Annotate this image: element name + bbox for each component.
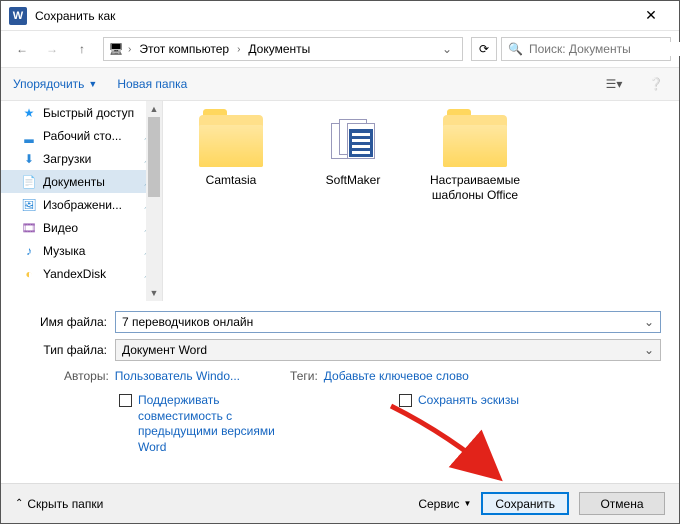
tags-label: Теги:	[290, 369, 318, 383]
close-button[interactable]: ✕	[631, 7, 671, 24]
help-button[interactable]: ❔	[645, 73, 667, 95]
search-icon: 🔍	[508, 42, 523, 56]
video-icon: 🎞	[21, 220, 37, 236]
sidebar-item-videos[interactable]: 🎞Видео📌	[1, 216, 162, 239]
filename-label: Имя файла:	[19, 315, 115, 329]
chevron-down-icon[interactable]: ⌄	[640, 341, 658, 359]
chevron-down-icon: ▼	[463, 499, 471, 508]
breadcrumb-root[interactable]: Этот компьютер	[135, 42, 233, 56]
folder-icon	[443, 115, 507, 167]
cancel-button[interactable]: Отмена	[579, 492, 665, 515]
compat-checkbox[interactable]: Поддерживать совместимость с предыдущими…	[119, 393, 279, 455]
refresh-button[interactable]: ⟳	[471, 37, 497, 61]
window-title: Сохранить как	[35, 9, 631, 23]
thumbnails-checkbox[interactable]: Сохранять эскизы	[399, 393, 519, 455]
organize-menu[interactable]: Упорядочить▼	[13, 77, 97, 91]
chevron-down-icon: ▼	[88, 79, 97, 89]
nav-forward-button[interactable]: →	[39, 36, 65, 62]
chevron-right-icon: ›	[126, 44, 133, 55]
scroll-up-icon[interactable]: ▲	[146, 101, 162, 117]
folder-docs-icon	[321, 115, 385, 167]
sidebar-item-pictures[interactable]: 🖼Изображени...📌	[1, 193, 162, 216]
folder-item[interactable]: Настраиваемые шаблоны Office	[425, 115, 525, 203]
sidebar-item-documents[interactable]: 📄Документы📌	[1, 170, 162, 193]
sidebar-item-quick-access[interactable]: ★Быстрый доступ	[1, 101, 162, 124]
sidebar-item-yandexdisk[interactable]: ◐YandexDisk📌	[1, 262, 162, 285]
desktop-icon: ▂	[21, 128, 37, 144]
sidebar: ★Быстрый доступ ▂Рабочий сто...📌 ⬇Загруз…	[1, 101, 163, 301]
file-pane[interactable]: Camtasia SoftMaker Настраиваемые шаблоны…	[163, 101, 679, 301]
music-icon: ♪	[21, 243, 37, 259]
documents-icon: 📄	[21, 174, 37, 190]
app-icon: W	[9, 7, 27, 25]
star-icon: ★	[21, 105, 37, 121]
save-button[interactable]: Сохранить	[481, 492, 569, 515]
authors-value[interactable]: Пользователь Windo...	[115, 369, 240, 383]
breadcrumb[interactable]: 🖥 › Этот компьютер › Документы ⌄	[103, 37, 463, 61]
new-folder-button[interactable]: Новая папка	[117, 77, 187, 91]
tags-value[interactable]: Добавьте ключевое слово	[324, 369, 469, 383]
sidebar-item-downloads[interactable]: ⬇Загрузки📌	[1, 147, 162, 170]
folder-icon	[199, 115, 263, 167]
service-menu[interactable]: Сервис▼	[418, 497, 471, 511]
download-icon: ⬇	[21, 151, 37, 167]
filetype-label: Тип файла:	[19, 343, 115, 357]
filetype-select[interactable]: Документ Word⌄	[115, 339, 661, 361]
scroll-down-icon[interactable]: ▼	[146, 285, 162, 301]
cloud-icon: ◐	[21, 266, 37, 282]
nav-back-button[interactable]: ←	[9, 36, 35, 62]
hide-folders-toggle[interactable]: ⌃Скрыть папки	[15, 497, 103, 511]
sidebar-item-music[interactable]: ♪Музыка📌	[1, 239, 162, 262]
computer-icon: 🖥	[108, 41, 124, 57]
sidebar-scrollbar[interactable]: ▲ ▼	[146, 101, 162, 301]
pictures-icon: 🖼	[21, 197, 37, 213]
search-box[interactable]: 🔍	[501, 37, 671, 61]
nav-up-button[interactable]: ↑	[69, 36, 95, 62]
chevron-up-icon: ⌃	[15, 498, 23, 509]
folder-item[interactable]: Camtasia	[181, 115, 281, 188]
folder-item[interactable]: SoftMaker	[303, 115, 403, 188]
chevron-right-icon: ›	[235, 44, 242, 55]
view-options-button[interactable]: ☰▾	[603, 73, 625, 95]
breadcrumb-current[interactable]: Документы	[244, 42, 314, 56]
filename-input[interactable]: 7 переводчиков онлайн⌄	[115, 311, 661, 333]
authors-label: Авторы:	[64, 369, 109, 383]
sidebar-item-desktop[interactable]: ▂Рабочий сто...📌	[1, 124, 162, 147]
breadcrumb-dropdown[interactable]: ⌄	[436, 42, 458, 56]
chevron-down-icon[interactable]: ⌄	[640, 313, 658, 331]
search-input[interactable]	[529, 42, 680, 56]
